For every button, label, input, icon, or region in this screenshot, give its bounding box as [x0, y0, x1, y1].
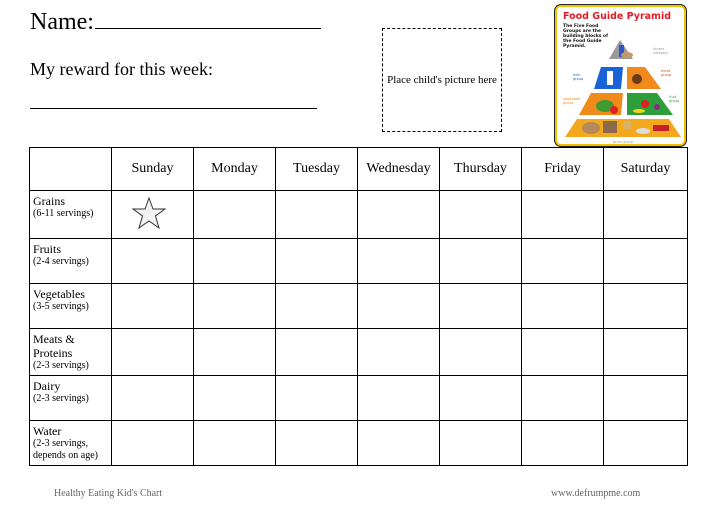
day-cell-friday[interactable] [521, 190, 604, 239]
pyramid-title: Food Guide Pyramid [563, 11, 672, 22]
food-category-cell: Vegetables (3-5 servings) [29, 283, 112, 329]
day-cell-wednesday[interactable] [357, 283, 440, 329]
name-field[interactable]: Name: [30, 7, 321, 37]
day-cell-saturday[interactable] [603, 328, 688, 376]
day-cell-friday[interactable] [521, 375, 604, 421]
food-category-servings: (2-3 servings, depends on age) [33, 438, 98, 461]
food-category-cell: Meats & Proteins (2-3 servings) [29, 328, 112, 376]
day-cell-tuesday[interactable] [275, 238, 358, 284]
star-icon [132, 197, 166, 229]
day-cell-wednesday[interactable] [357, 420, 440, 466]
day-cell-friday[interactable] [521, 328, 604, 376]
day-cell-saturday[interactable] [603, 420, 688, 466]
day-cell-friday[interactable] [521, 420, 604, 466]
pyramid-label-grain: grain group [613, 140, 634, 144]
pyramid-label-meat: meat group [661, 69, 672, 77]
day-cell-saturday[interactable] [603, 283, 688, 329]
food-category-cell: Fruits (2-4 servings) [29, 238, 112, 284]
name-label: Name: [30, 9, 94, 35]
pyramid-label-others: others category [653, 47, 669, 55]
name-blank-line[interactable] [94, 27, 321, 29]
day-cell-tuesday[interactable] [275, 190, 358, 239]
food-category-name: Fruits [33, 242, 62, 256]
day-header-tuesday: Tuesday [275, 147, 358, 191]
food-category-cell: Dairy (2-3 servings) [29, 375, 112, 421]
food-category-name: Meats & Proteins [33, 332, 75, 360]
day-cell-thursday[interactable] [439, 420, 522, 466]
reward-blank-line[interactable] [30, 108, 317, 109]
day-cell-saturday[interactable] [603, 375, 688, 421]
day-cell-tuesday[interactable] [275, 328, 358, 376]
day-header-monday: Monday [193, 147, 276, 191]
day-cell-tuesday[interactable] [275, 283, 358, 329]
day-cell-saturday[interactable] [603, 238, 688, 284]
food-category-servings: (2-4 servings) [33, 256, 89, 267]
food-category-cell: Water (2-3 servings, depends on age) [29, 420, 112, 466]
day-cell-sunday[interactable] [111, 283, 194, 329]
day-cell-saturday[interactable] [603, 190, 688, 239]
day-cell-wednesday[interactable] [357, 375, 440, 421]
food-category-name: Grains [33, 194, 65, 208]
day-cell-sunday[interactable] [111, 375, 194, 421]
table-row: Meats & Proteins (2-3 servings) [29, 328, 688, 376]
food-category-servings: (3-5 servings) [33, 301, 89, 312]
day-cell-sunday[interactable] [111, 190, 194, 239]
day-cell-thursday[interactable] [439, 328, 522, 376]
food-pyramid-image: Food Guide Pyramid The Five Food Groups … [555, 5, 686, 146]
food-category-name: Vegetables [33, 287, 85, 301]
footer-title: Healthy Eating Kid's Chart [54, 488, 163, 499]
food-category-name: Water [33, 424, 62, 438]
day-header-sunday: Sunday [111, 147, 194, 191]
pyramid-label-vegetable: vegetable group [563, 97, 581, 105]
header-row: Sunday Monday Tuesday Wednesday Thursday… [29, 147, 688, 191]
photo-placeholder[interactable]: Place child's picture here [382, 28, 502, 132]
day-cell-thursday[interactable] [439, 190, 522, 239]
food-category-cell: Grains (6-11 servings) [29, 190, 112, 239]
table-row: Vegetables (3-5 servings) [29, 283, 688, 329]
reward-label: My reward for this week: [30, 59, 213, 79]
day-cell-friday[interactable] [521, 238, 604, 284]
pyramid-meat-tier [627, 67, 661, 89]
pyramid-label-fruit: fruit group [669, 95, 680, 103]
day-cell-sunday[interactable] [111, 420, 194, 466]
footer-website: www.defrumpme.com [551, 488, 641, 499]
day-cell-tuesday[interactable] [275, 375, 358, 421]
day-header-saturday: Saturday [603, 147, 688, 191]
food-category-name: Dairy [33, 379, 61, 393]
day-cell-wednesday[interactable] [357, 238, 440, 284]
corner-cell [29, 147, 112, 191]
day-header-thursday: Thursday [439, 147, 522, 191]
day-cell-wednesday[interactable] [357, 328, 440, 376]
day-cell-sunday[interactable] [111, 328, 194, 376]
day-cell-monday[interactable] [193, 420, 276, 466]
table-row: Fruits (2-4 servings) [29, 238, 688, 284]
day-cell-monday[interactable] [193, 283, 276, 329]
table-row: Grains (6-11 servings) [29, 190, 688, 239]
day-cell-monday[interactable] [193, 328, 276, 376]
food-category-servings: (6-11 servings) [33, 208, 94, 219]
day-cell-wednesday[interactable] [357, 190, 440, 239]
food-tracking-table: Sunday Monday Tuesday Wednesday Thursday… [29, 147, 688, 466]
day-cell-tuesday[interactable] [275, 420, 358, 466]
photo-placeholder-text: Place child's picture here [387, 74, 497, 86]
table-row: Water (2-3 servings, depends on age) [29, 420, 688, 466]
day-cell-monday[interactable] [193, 375, 276, 421]
day-cell-sunday[interactable] [111, 238, 194, 284]
pyramid-description: The Five Food Groups are the building bl… [563, 24, 609, 49]
day-header-wednesday: Wednesday [357, 147, 440, 191]
day-cell-monday[interactable] [193, 238, 276, 284]
day-header-friday: Friday [521, 147, 604, 191]
food-category-servings: (2-3 servings) [33, 393, 89, 404]
table-row: Dairy (2-3 servings) [29, 375, 688, 421]
day-cell-monday[interactable] [193, 190, 276, 239]
day-cell-thursday[interactable] [439, 283, 522, 329]
day-cell-thursday[interactable] [439, 238, 522, 284]
day-cell-friday[interactable] [521, 283, 604, 329]
day-cell-thursday[interactable] [439, 375, 522, 421]
pyramid-label-milk: milk group [573, 73, 584, 81]
food-category-servings: (2-3 servings) [33, 360, 89, 371]
